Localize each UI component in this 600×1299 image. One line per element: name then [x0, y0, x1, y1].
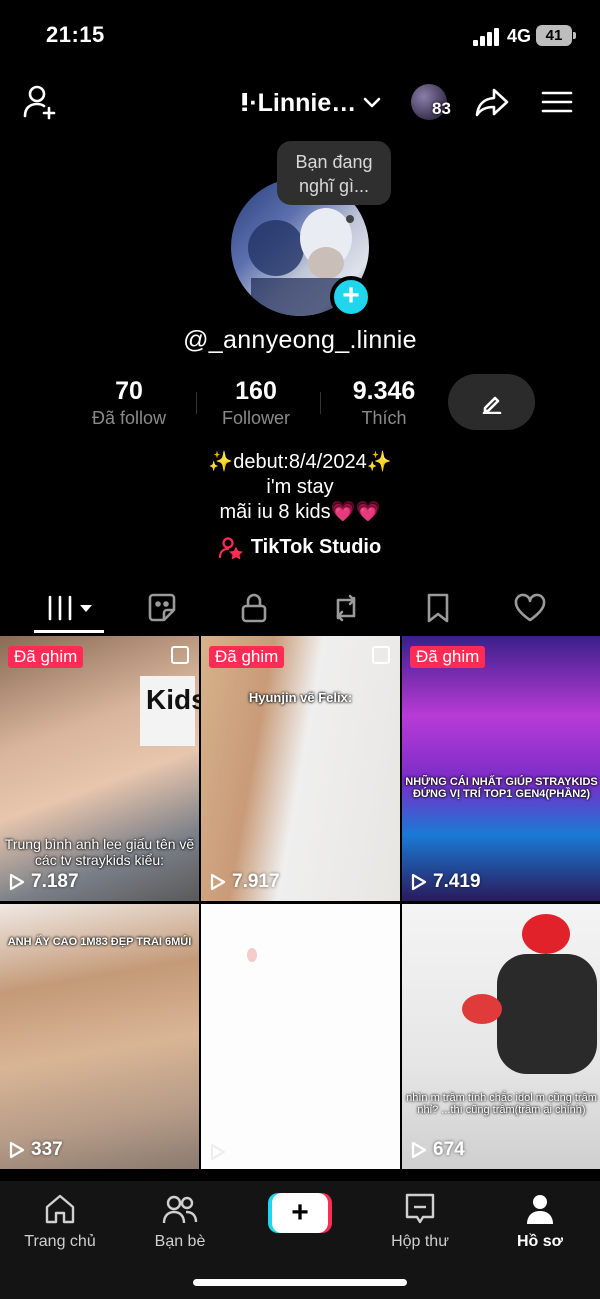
divider	[196, 392, 197, 414]
view-count: 7.187	[9, 871, 79, 893]
pinned-badge: Đã ghim	[410, 646, 486, 668]
active-tab-indicator	[34, 630, 104, 633]
view-count: 7.419	[411, 871, 481, 893]
video-tile[interactable]: Đã ghim Hyunjin vẽ Felix: 7.917	[201, 636, 400, 901]
home-indicator	[193, 1279, 407, 1286]
home-icon	[45, 1194, 75, 1224]
multi-icon	[372, 646, 390, 664]
share-icon[interactable]	[474, 86, 510, 118]
username-label: ⵑ·Linnie…	[240, 89, 357, 117]
view-count	[210, 1143, 232, 1161]
nav-inbox[interactable]: Hộp thư	[370, 1191, 470, 1251]
video-caption: Hyunjin vẽ Felix:	[248, 690, 353, 705]
network-type: 4G	[507, 26, 532, 46]
pinned-badge: Đã ghim	[209, 646, 285, 668]
figure	[497, 954, 597, 1074]
red-hat	[522, 914, 570, 954]
sticker-icon	[148, 593, 176, 622]
profile-icon	[527, 1195, 553, 1224]
video-caption: NHỮNG CÁI NHẤT GIÚP STRAYKIDS ĐỨNG VỊ TR…	[405, 776, 598, 800]
video-tile[interactable]: ANH ẤY CAO 1M83 ĐẸP TRAI 6MÚI 337	[0, 904, 199, 1169]
studio-label: TikTok Studio	[250, 536, 382, 558]
view-count: 674	[411, 1139, 465, 1161]
pinned-badge: Đã ghim	[8, 646, 84, 668]
grid-icon	[48, 595, 92, 621]
bio-line: mãi iu 8 kids💗💗	[219, 501, 381, 523]
edit-profile-button[interactable]	[448, 374, 535, 430]
divider	[320, 392, 321, 414]
add-story-button[interactable]: +	[330, 276, 372, 318]
account-switcher[interactable]: ⵑ·Linnie…	[240, 88, 382, 118]
plus-icon: +	[272, 1193, 328, 1233]
inbox-icon	[405, 1193, 435, 1224]
heart-icon	[514, 593, 546, 622]
studio-icon	[218, 536, 243, 559]
lock-icon	[241, 593, 267, 623]
video-tile[interactable]: nhìn m trầm tính chắc idol m cũng trầm n…	[402, 904, 600, 1169]
bookmark-icon	[427, 593, 449, 623]
menu-icon[interactable]	[541, 90, 573, 114]
video-tile[interactable]	[201, 904, 400, 1169]
blur-spot	[247, 948, 257, 962]
figure-detail	[462, 994, 502, 1024]
status-bubble[interactable]: Bạn đang nghĩ gì...	[277, 141, 391, 205]
play-icon	[9, 1141, 25, 1159]
tiktok-studio-link[interactable]: TikTok Studio	[0, 536, 600, 559]
play-icon	[210, 1143, 226, 1161]
bio: ✨debut:8/4/2024✨ i'm stay mãi iu 8 kids💗…	[0, 450, 600, 525]
nav-profile[interactable]: Hồ sơ	[490, 1191, 590, 1251]
create-button[interactable]: +	[268, 1193, 332, 1233]
bubble-pointer	[346, 215, 354, 223]
video-caption: nhìn m trầm tính chắc idol m cũng trầm n…	[406, 1092, 597, 1116]
clock: 21:15	[46, 22, 105, 47]
friends-icon	[162, 1195, 198, 1224]
bio-line: ✨debut:8/4/2024✨	[208, 451, 392, 473]
video-grid: Kids Đã ghim Trung bình anh lee giấu tên…	[0, 636, 600, 1181]
chevron-down-icon	[363, 97, 381, 108]
play-icon	[9, 873, 25, 891]
tab-liked[interactable]	[495, 584, 565, 632]
play-icon	[210, 873, 226, 891]
video-caption: Trung bình anh lee giấu tên vẽ các tv st…	[4, 836, 195, 868]
nav-friends[interactable]: Bạn bè	[130, 1191, 230, 1251]
multi-icon	[171, 646, 189, 664]
video-tile[interactable]: Đã ghim NHỮNG CÁI NHẤT GIÚP STRAYKIDS ĐỨ…	[402, 636, 600, 901]
sign-decoration: Kids	[140, 676, 199, 746]
stat-following[interactable]: 70 Đã follow	[70, 377, 188, 429]
tab-reposts[interactable]	[311, 584, 381, 632]
view-count: 337	[9, 1139, 63, 1161]
tab-private[interactable]	[219, 584, 289, 632]
repost-icon	[336, 594, 356, 622]
play-icon	[411, 873, 427, 891]
play-icon	[411, 1141, 427, 1159]
friend-count-badge: 83	[432, 99, 451, 118]
signal-icon	[473, 28, 501, 46]
nav-home[interactable]: Trang chủ	[10, 1191, 110, 1251]
pencil-icon	[482, 396, 502, 414]
view-count: 7.917	[210, 871, 280, 893]
profile-handle: @_annyeong_.linnie	[183, 326, 417, 354]
status-bar: 21:15 4G 41	[0, 0, 600, 72]
bio-line: i'm stay	[266, 476, 334, 498]
tab-stickers[interactable]	[127, 584, 197, 632]
stat-likes[interactable]: 9.346 Thích	[328, 377, 440, 429]
video-tile[interactable]: Kids Đã ghim Trung bình anh lee giấu tên…	[0, 636, 199, 901]
tab-videos[interactable]	[34, 584, 104, 632]
video-caption: ANH ẤY CAO 1M83 ĐẸP TRAI 6MÚI	[7, 936, 192, 948]
add-friend-icon[interactable]	[22, 84, 60, 120]
battery-icon: 41	[536, 25, 576, 46]
content-tabs	[0, 584, 600, 634]
tab-saved[interactable]	[403, 584, 473, 632]
stat-followers[interactable]: 160 Follower	[200, 377, 312, 429]
